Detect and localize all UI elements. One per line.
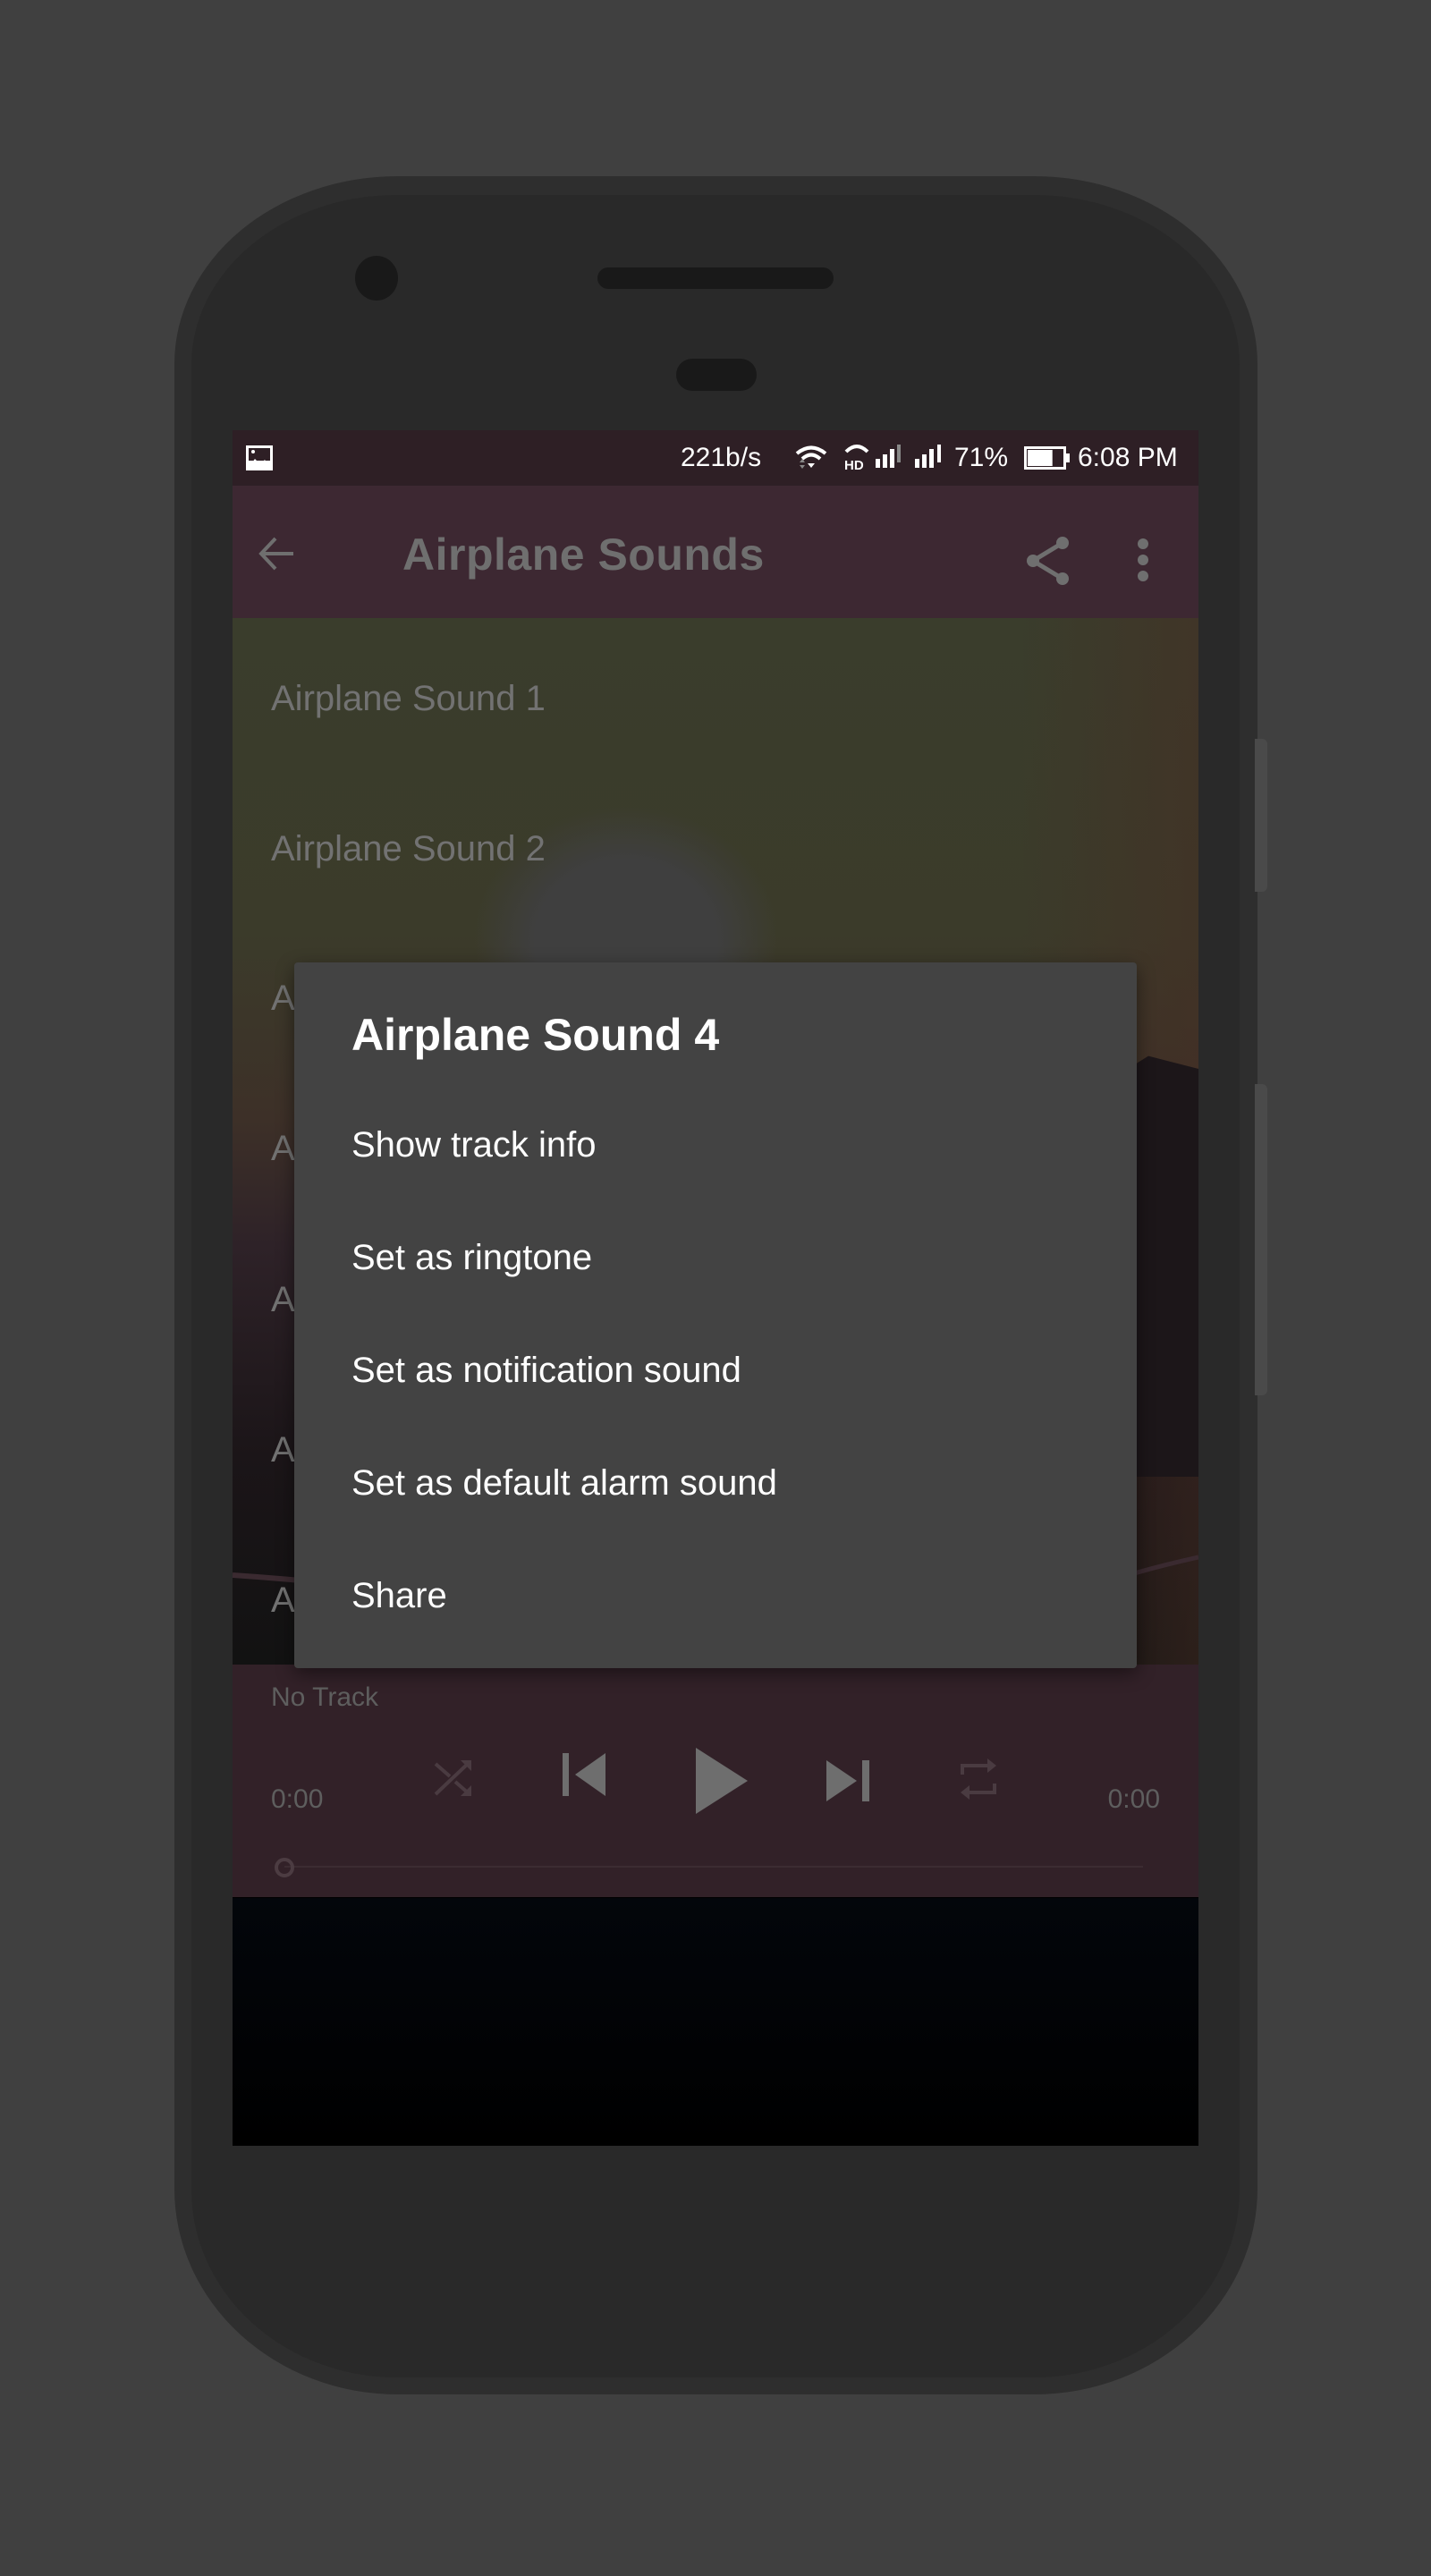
share-button[interactable] bbox=[1025, 536, 1070, 586]
signal-icon bbox=[876, 445, 902, 470]
power-button bbox=[1255, 739, 1267, 892]
next-button[interactable] bbox=[826, 1760, 869, 1801]
play-icon bbox=[696, 1748, 748, 1814]
mini-player: No Track 0:00 0:00 bbox=[233, 1665, 1198, 1897]
clock: 6:08 PM bbox=[1078, 443, 1178, 472]
skip-previous-icon bbox=[563, 1753, 605, 1796]
dialog-title: Airplane Sound 4 bbox=[351, 1010, 720, 1060]
menu-item-label: Show track info bbox=[351, 1125, 597, 1165]
list-item[interactable]: A bbox=[271, 1430, 295, 1470]
menu-item-set-alarm[interactable]: Set as default alarm sound bbox=[294, 1428, 1137, 1540]
previous-button[interactable] bbox=[563, 1753, 605, 1796]
background-image-bottom bbox=[233, 1898, 1198, 2146]
list-item[interactable]: A bbox=[271, 1580, 295, 1621]
seek-bar[interactable] bbox=[284, 1866, 1143, 1868]
now-playing-title: No Track bbox=[271, 1682, 379, 1712]
app-toolbar: Airplane Sounds bbox=[233, 486, 1198, 618]
phone-screen: 221b/s HD 71% 6:08 PM Airplane Sounds Ai… bbox=[233, 430, 1198, 2146]
status-bar: 221b/s HD 71% 6:08 PM bbox=[233, 430, 1198, 486]
repeat-button[interactable] bbox=[959, 1757, 998, 1801]
front-camera bbox=[355, 256, 398, 301]
shuffle-icon bbox=[434, 1760, 471, 1796]
list-item[interactable]: A bbox=[271, 1280, 295, 1320]
more-options-button[interactable] bbox=[1136, 538, 1150, 582]
list-item[interactable]: A bbox=[271, 979, 295, 1019]
menu-item-label: Set as ringtone bbox=[351, 1238, 593, 1277]
battery-icon bbox=[1024, 446, 1071, 470]
arrow-left-icon bbox=[258, 537, 293, 571]
back-button[interactable] bbox=[258, 536, 295, 572]
menu-item-label: Set as notification sound bbox=[351, 1351, 741, 1390]
shuffle-button[interactable] bbox=[434, 1758, 473, 1798]
wifi-icon bbox=[794, 445, 828, 471]
seek-thumb[interactable] bbox=[275, 1858, 294, 1877]
svg-text:HD: HD bbox=[844, 458, 864, 471]
menu-item-set-notification[interactable]: Set as notification sound bbox=[294, 1315, 1137, 1428]
track-options-dialog: Airplane Sound 4 Show track info Set as … bbox=[294, 962, 1137, 1668]
menu-item-share[interactable]: Share bbox=[294, 1540, 1137, 1653]
page-title: Airplane Sounds bbox=[402, 530, 765, 580]
battery-fill bbox=[1028, 450, 1053, 466]
menu-item-label: Share bbox=[351, 1576, 447, 1615]
list-item[interactable]: Airplane Sound 2 bbox=[271, 829, 546, 869]
play-button[interactable] bbox=[696, 1748, 748, 1814]
elapsed-time: 0:00 bbox=[271, 1784, 324, 1814]
image-icon bbox=[245, 445, 274, 471]
menu-item-show-track-info[interactable]: Show track info bbox=[294, 1089, 1137, 1202]
battery-percent: 71% bbox=[954, 443, 1009, 472]
menu-item-label: Set as default alarm sound bbox=[351, 1463, 777, 1503]
skip-next-icon bbox=[826, 1760, 869, 1801]
more-vert-icon bbox=[1138, 538, 1148, 581]
earpiece-speaker bbox=[597, 267, 834, 289]
proximity-sensor bbox=[676, 359, 757, 391]
total-duration: 0:00 bbox=[1107, 1784, 1160, 1814]
share-icon bbox=[1027, 537, 1069, 585]
menu-item-set-ringtone[interactable]: Set as ringtone bbox=[294, 1202, 1137, 1315]
network-speed: 221b/s bbox=[681, 443, 762, 472]
list-item[interactable]: Airplane Sound 1 bbox=[271, 679, 546, 719]
repeat-icon bbox=[961, 1758, 996, 1800]
list-item[interactable]: A bbox=[271, 1129, 295, 1169]
volume-button bbox=[1255, 1084, 1267, 1395]
signal-icon bbox=[915, 445, 944, 470]
hd-voice-icon: HD bbox=[843, 443, 871, 471]
